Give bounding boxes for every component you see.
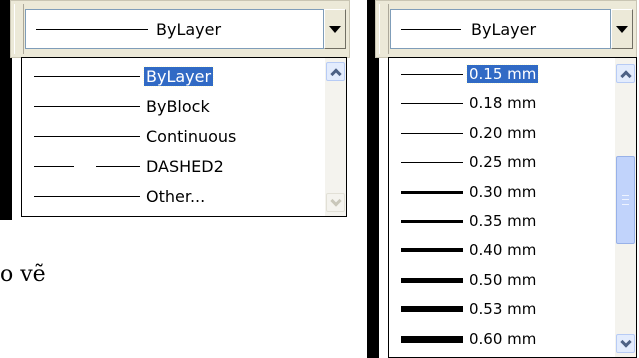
background-caption: o vẽ [0, 262, 46, 287]
line-preview [401, 335, 463, 343]
line-preview [34, 196, 140, 197]
linetype-item-label: ByBlock [146, 97, 210, 116]
linetype-list-item[interactable]: Other... [22, 184, 322, 208]
lineweight-item-label: 0.15 mm [465, 64, 540, 84]
lineweight-combobox[interactable]: ByLayer [375, 0, 637, 58]
linetype-item-label: DASHED2 [146, 157, 224, 176]
lineweight-list-item[interactable]: 0.30 mm [389, 180, 614, 204]
lineweight-item-label: 0.40 mm [469, 241, 537, 260]
lineweight-scrollbar[interactable] [615, 58, 636, 357]
chevron-down-icon [329, 25, 341, 33]
line-preview [34, 76, 140, 77]
linetype-dropdown-button[interactable] [324, 9, 346, 49]
lineweight-list-item[interactable]: 0.18 mm [389, 91, 614, 115]
dash-segment [34, 166, 74, 167]
line-preview [401, 248, 463, 253]
linetype-panel: ByLayer ByLayer ByBlock Continuous DASHED2 O… [0, 0, 352, 220]
lineweight-preview-line [401, 29, 461, 30]
lineweight-item-label: 0.60 mm [469, 329, 537, 348]
lineweight-item-label: 0.20 mm [469, 123, 537, 142]
line-preview [401, 162, 463, 164]
lineweight-item-label: 0.25 mm [469, 153, 537, 172]
line-preview [401, 74, 463, 75]
linetype-preview-line [36, 29, 148, 30]
lineweight-item-label: 0.35 mm [469, 212, 537, 230]
line-preview [401, 306, 463, 313]
lineweight-list-item[interactable]: 0.35 mm [389, 209, 614, 233]
lineweight-item-label: 0.53 mm [469, 300, 537, 319]
line-preview [401, 190, 463, 194]
lineweight-list-item[interactable]: 0.15 mm [389, 62, 614, 86]
lineweight-list-item[interactable]: 0.40 mm [389, 238, 614, 262]
lineweight-list-item[interactable]: 0.20 mm [389, 121, 614, 145]
linetype-item-label: Continuous [146, 127, 237, 146]
line-preview [34, 106, 140, 107]
lineweight-dropdown-button[interactable] [611, 9, 633, 49]
scroll-down-button[interactable] [326, 193, 345, 212]
dash-segment [96, 166, 140, 167]
lineweight-list-item[interactable]: 0.50 mm [389, 268, 614, 292]
line-preview [401, 220, 463, 223]
chevron-down-icon [616, 25, 628, 33]
lineweight-combo-value: ByLayer [471, 20, 537, 39]
scroll-down-button[interactable] [616, 334, 635, 353]
chevron-up-icon [619, 69, 632, 82]
linetype-list-item[interactable]: ByLayer [22, 64, 322, 88]
linetype-dropdown-list: ByLayer ByBlock Continuous DASHED2 Other... [21, 57, 347, 217]
line-preview [401, 132, 463, 134]
line-preview [401, 277, 463, 283]
linetype-list-item[interactable]: DASHED2 [22, 154, 322, 178]
chevron-down-icon [329, 194, 342, 207]
linetype-item-label: ByLayer [142, 66, 215, 87]
linetype-scrollbar[interactable] [325, 58, 346, 216]
linetype-list-item[interactable]: Continuous [22, 124, 322, 148]
chevron-up-icon [329, 67, 342, 80]
lineweight-panel: ByLayer 0.15 mm 0.18 mm 0.20 mm 0.25 mm 0.30… [367, 0, 639, 358]
lineweight-list-item[interactable]: 0.25 mm [389, 150, 614, 174]
line-preview [34, 136, 140, 137]
lineweight-item-label: 0.18 mm [469, 94, 537, 113]
linetype-item-label: Other... [146, 187, 206, 206]
linetype-combo-value: ByLayer [156, 20, 222, 39]
lineweight-dropdown-list: 0.15 mm 0.18 mm 0.20 mm 0.25 mm 0.30 mm 0.35 … [388, 57, 637, 358]
linetype-combobox[interactable]: ByLayer [10, 0, 350, 58]
lineweight-item-label: 0.30 mm [469, 182, 537, 201]
scrollbar-thumb[interactable] [616, 156, 635, 244]
lineweight-item-label: 0.50 mm [469, 270, 537, 289]
thumb-grip-icon [622, 195, 629, 205]
linetype-list-item[interactable]: ByBlock [22, 94, 322, 118]
lineweight-list-item[interactable]: 0.60 mm [389, 327, 614, 351]
toolbar-grip [379, 4, 389, 54]
toolbar-grip [14, 4, 24, 54]
chevron-down-icon [619, 335, 632, 348]
linetype-combo-field[interactable]: ByLayer [25, 9, 324, 49]
scroll-up-button[interactable] [326, 62, 345, 81]
lineweight-combo-field[interactable]: ByLayer [390, 9, 611, 49]
line-preview [401, 103, 463, 105]
lineweight-list-item[interactable]: 0.53 mm [389, 297, 614, 321]
scroll-up-button[interactable] [616, 64, 635, 83]
